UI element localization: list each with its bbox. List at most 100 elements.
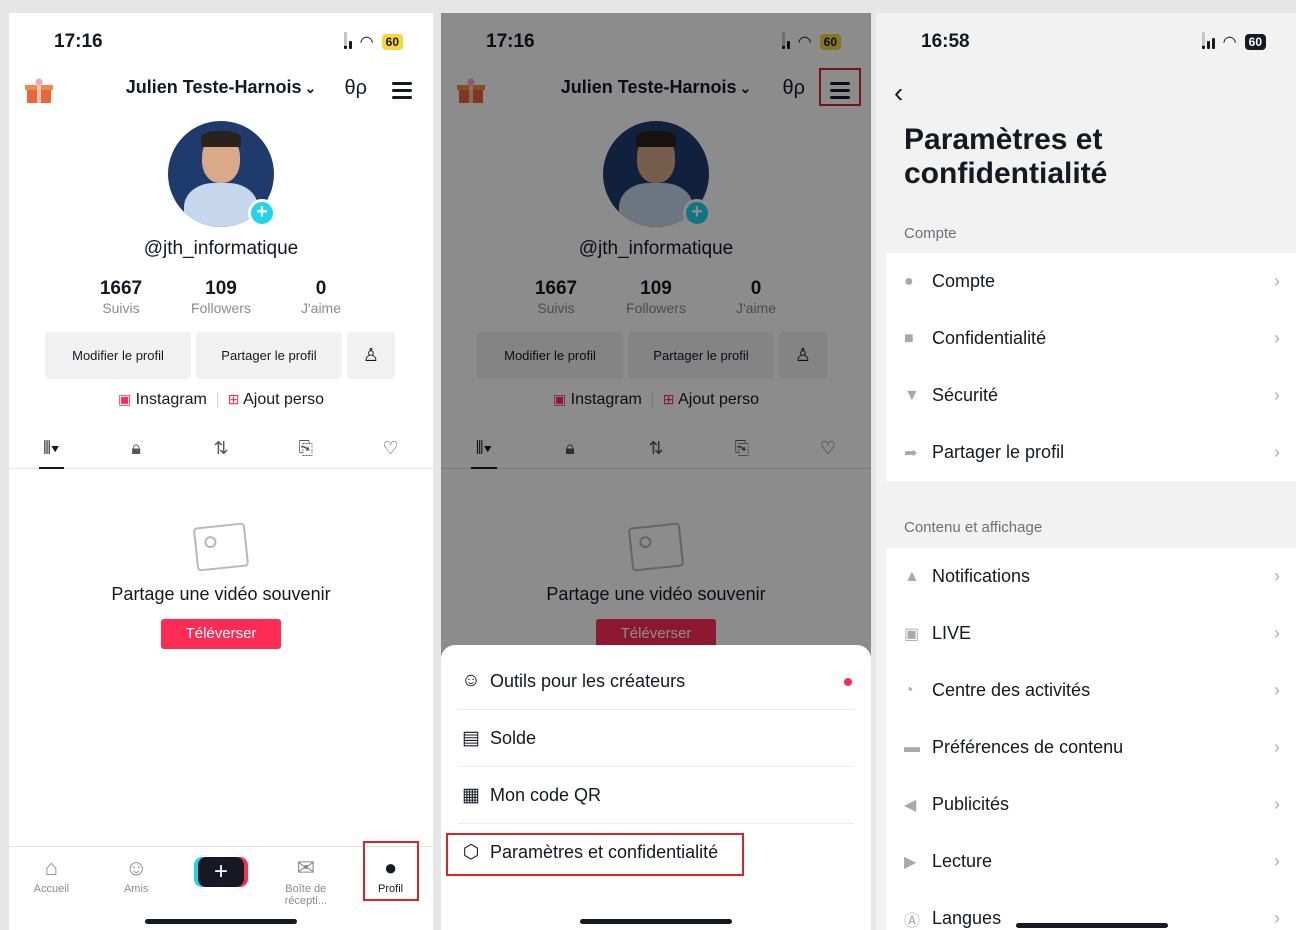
menu-sheet: ☺ Outils pour les créateurs ▤ Solde ▦ Mon c… — [441, 645, 871, 930]
chevron-right-icon: › — [1274, 794, 1280, 814]
bell-icon: ▲ — [904, 567, 920, 585]
row-label: Sécurité — [932, 385, 999, 405]
status-bar: 16:58 ◠ 60 — [876, 13, 1296, 69]
stat-value: 109 — [205, 278, 237, 299]
nav-label: Amis — [123, 883, 149, 895]
wallet-icon: ▤ — [462, 727, 480, 749]
settings-row-playback[interactable]: ▶ Lecture › — [886, 833, 1296, 890]
chevron-right-icon: › — [1274, 680, 1280, 700]
settings-row-account[interactable]: ● Compte › — [886, 253, 1296, 310]
settings-row-activity[interactable]: ◔ Centre des activités › — [886, 662, 1296, 719]
inbox-icon: ✉ — [296, 855, 315, 880]
language-icon: Ⓐ — [904, 912, 921, 930]
chevron-right-icon: › — [1274, 737, 1280, 757]
settings-row-live[interactable]: ▣ LIVE › — [886, 605, 1296, 662]
nav-home[interactable]: ⌂ Accueil — [9, 847, 94, 930]
menu-item-label: Solde — [490, 727, 537, 748]
menu-item-balance[interactable]: ▤ Solde — [458, 710, 854, 767]
row-label: Compte — [932, 271, 996, 291]
megaphone-icon: ◀ — [904, 796, 917, 814]
upload-button[interactable]: Téléverser — [161, 619, 281, 649]
highlight-box — [363, 841, 419, 901]
tab-reposts-icon[interactable]: ⇅ — [179, 433, 264, 468]
stat-value: 1667 — [99, 278, 143, 299]
status-bar: 17:16 ◠ 60 — [9, 13, 433, 69]
nav-label: Accueil — [33, 883, 70, 895]
username: Julien Teste-Harnois — [125, 77, 302, 97]
settings-group-content: ▲ Notifications › ▣ LIVE › ◔ Centre des activ… — [886, 548, 1296, 930]
share-icon: ➦ — [904, 444, 918, 462]
battery-icon: 60 — [381, 34, 403, 50]
stat-followers[interactable]: 109 Followers — [171, 278, 271, 318]
settings-row-share-profile[interactable]: ➦ Partager le profil › — [886, 424, 1296, 481]
chevron-right-icon: › — [1274, 271, 1280, 291]
instagram-link[interactable]: ▣ Instagram — [118, 391, 207, 409]
menu-item-qr-code[interactable]: ▦ Mon code QR — [458, 767, 854, 824]
add-photo-icon[interactable]: + — [248, 199, 276, 227]
share-profile-button[interactable]: Partager le profil — [196, 332, 342, 379]
battery-icon: 60 — [1244, 34, 1266, 50]
home-indicator — [580, 919, 732, 924]
settings-row-content-preferences[interactable]: ▬ Préférences de contenu › — [886, 719, 1296, 776]
lock-icon: ■ — [904, 329, 914, 347]
stat-value: 0 — [315, 278, 327, 299]
settings-row-security[interactable]: ▼ Sécurité › — [886, 367, 1296, 424]
tab-favorites-icon[interactable]: ⎘ — [263, 433, 348, 468]
empty-state-title: Partage une vidéo souvenir — [111, 584, 331, 604]
edit-profile-button[interactable]: Modifier le profil — [45, 332, 191, 379]
wifi-icon: ◠ — [1222, 34, 1237, 51]
row-label: Notifications — [932, 566, 1031, 586]
add-link-icon: ⊞ — [227, 391, 240, 407]
highlight-box — [446, 833, 744, 876]
clock-icon: ◔ — [904, 681, 914, 699]
chevron-right-icon: › — [1274, 328, 1280, 348]
status-time: 17:16 — [54, 31, 103, 52]
tab-videos-icon[interactable]: ⫴▾ — [9, 433, 94, 469]
person-icon: ● — [904, 272, 914, 290]
shield-icon: ▼ — [904, 386, 920, 404]
stat-following[interactable]: 1667 Suivis — [71, 278, 171, 318]
custom-link[interactable]: ⊞ Ajout perso — [228, 391, 324, 409]
chevron-right-icon: › — [1274, 566, 1280, 586]
tab-private-icon[interactable]: 🔒︎ — [94, 433, 179, 468]
person-star-icon: ☺ — [461, 670, 481, 691]
tab-liked-icon[interactable]: ♡ — [348, 433, 433, 468]
signal-icon — [343, 32, 352, 49]
menu-item-creator-tools[interactable]: ☺ Outils pour les créateurs — [458, 653, 854, 710]
menu-item-label: Mon code QR — [490, 784, 602, 805]
nav-inbox[interactable]: ✉ Boîte de récepti... — [263, 847, 348, 930]
settings-row-privacy[interactable]: ■ Confidentialité › — [886, 310, 1296, 367]
home-indicator — [1016, 923, 1168, 928]
row-label: Confidentialité — [932, 328, 1047, 348]
chevron-right-icon: › — [1274, 442, 1280, 462]
home-icon: ⌂ — [44, 855, 59, 880]
chevron-right-icon: › — [1274, 851, 1280, 871]
nav-friends[interactable]: ☺ Amis — [94, 847, 179, 930]
profile-tabs: ⫴▾ 🔒︎ ⇅ ⎘ ♡ — [9, 433, 433, 469]
nav-create[interactable]: + — [179, 847, 264, 930]
row-label: Publicités — [932, 794, 1010, 814]
footprint-icon[interactable]: θρ — [345, 77, 368, 100]
row-label: Partager le profil — [932, 442, 1065, 462]
profile-menu-screen: 17:16 ◠ 60 Julien Teste-Harnois ⌄ θρ + @j… — [441, 13, 871, 930]
chevron-right-icon: › — [1274, 623, 1280, 643]
stat-likes[interactable]: 0 J'aime — [271, 278, 371, 318]
settings-row-notifications[interactable]: ▲ Notifications › — [886, 548, 1296, 605]
wifi-icon: ◠ — [359, 34, 374, 51]
stat-label: Suivis — [102, 300, 140, 316]
row-label: Centre des activités — [932, 680, 1091, 700]
menu-icon[interactable] — [389, 77, 415, 103]
custom-link-label: Ajout perso — [243, 391, 325, 408]
add-friend-button[interactable]: ♙ — [347, 332, 395, 379]
section-label-account: Compte — [904, 225, 957, 242]
instagram-label: Instagram — [135, 391, 207, 408]
profile-header: Julien Teste-Harnois ⌄ θρ — [9, 69, 433, 119]
back-arrow-icon[interactable]: ‹ — [894, 77, 903, 109]
signal-icon — [1201, 32, 1215, 49]
row-label: Préférences de contenu — [932, 737, 1124, 757]
profile-stats: 1667 Suivis 109 Followers 0 J'aime — [9, 278, 433, 318]
friends-icon: ☺ — [124, 855, 148, 880]
username-switcher[interactable]: Julien Teste-Harnois ⌄ — [9, 77, 433, 98]
chevron-right-icon: › — [1274, 908, 1280, 928]
settings-row-ads[interactable]: ◀ Publicités › — [886, 776, 1296, 833]
